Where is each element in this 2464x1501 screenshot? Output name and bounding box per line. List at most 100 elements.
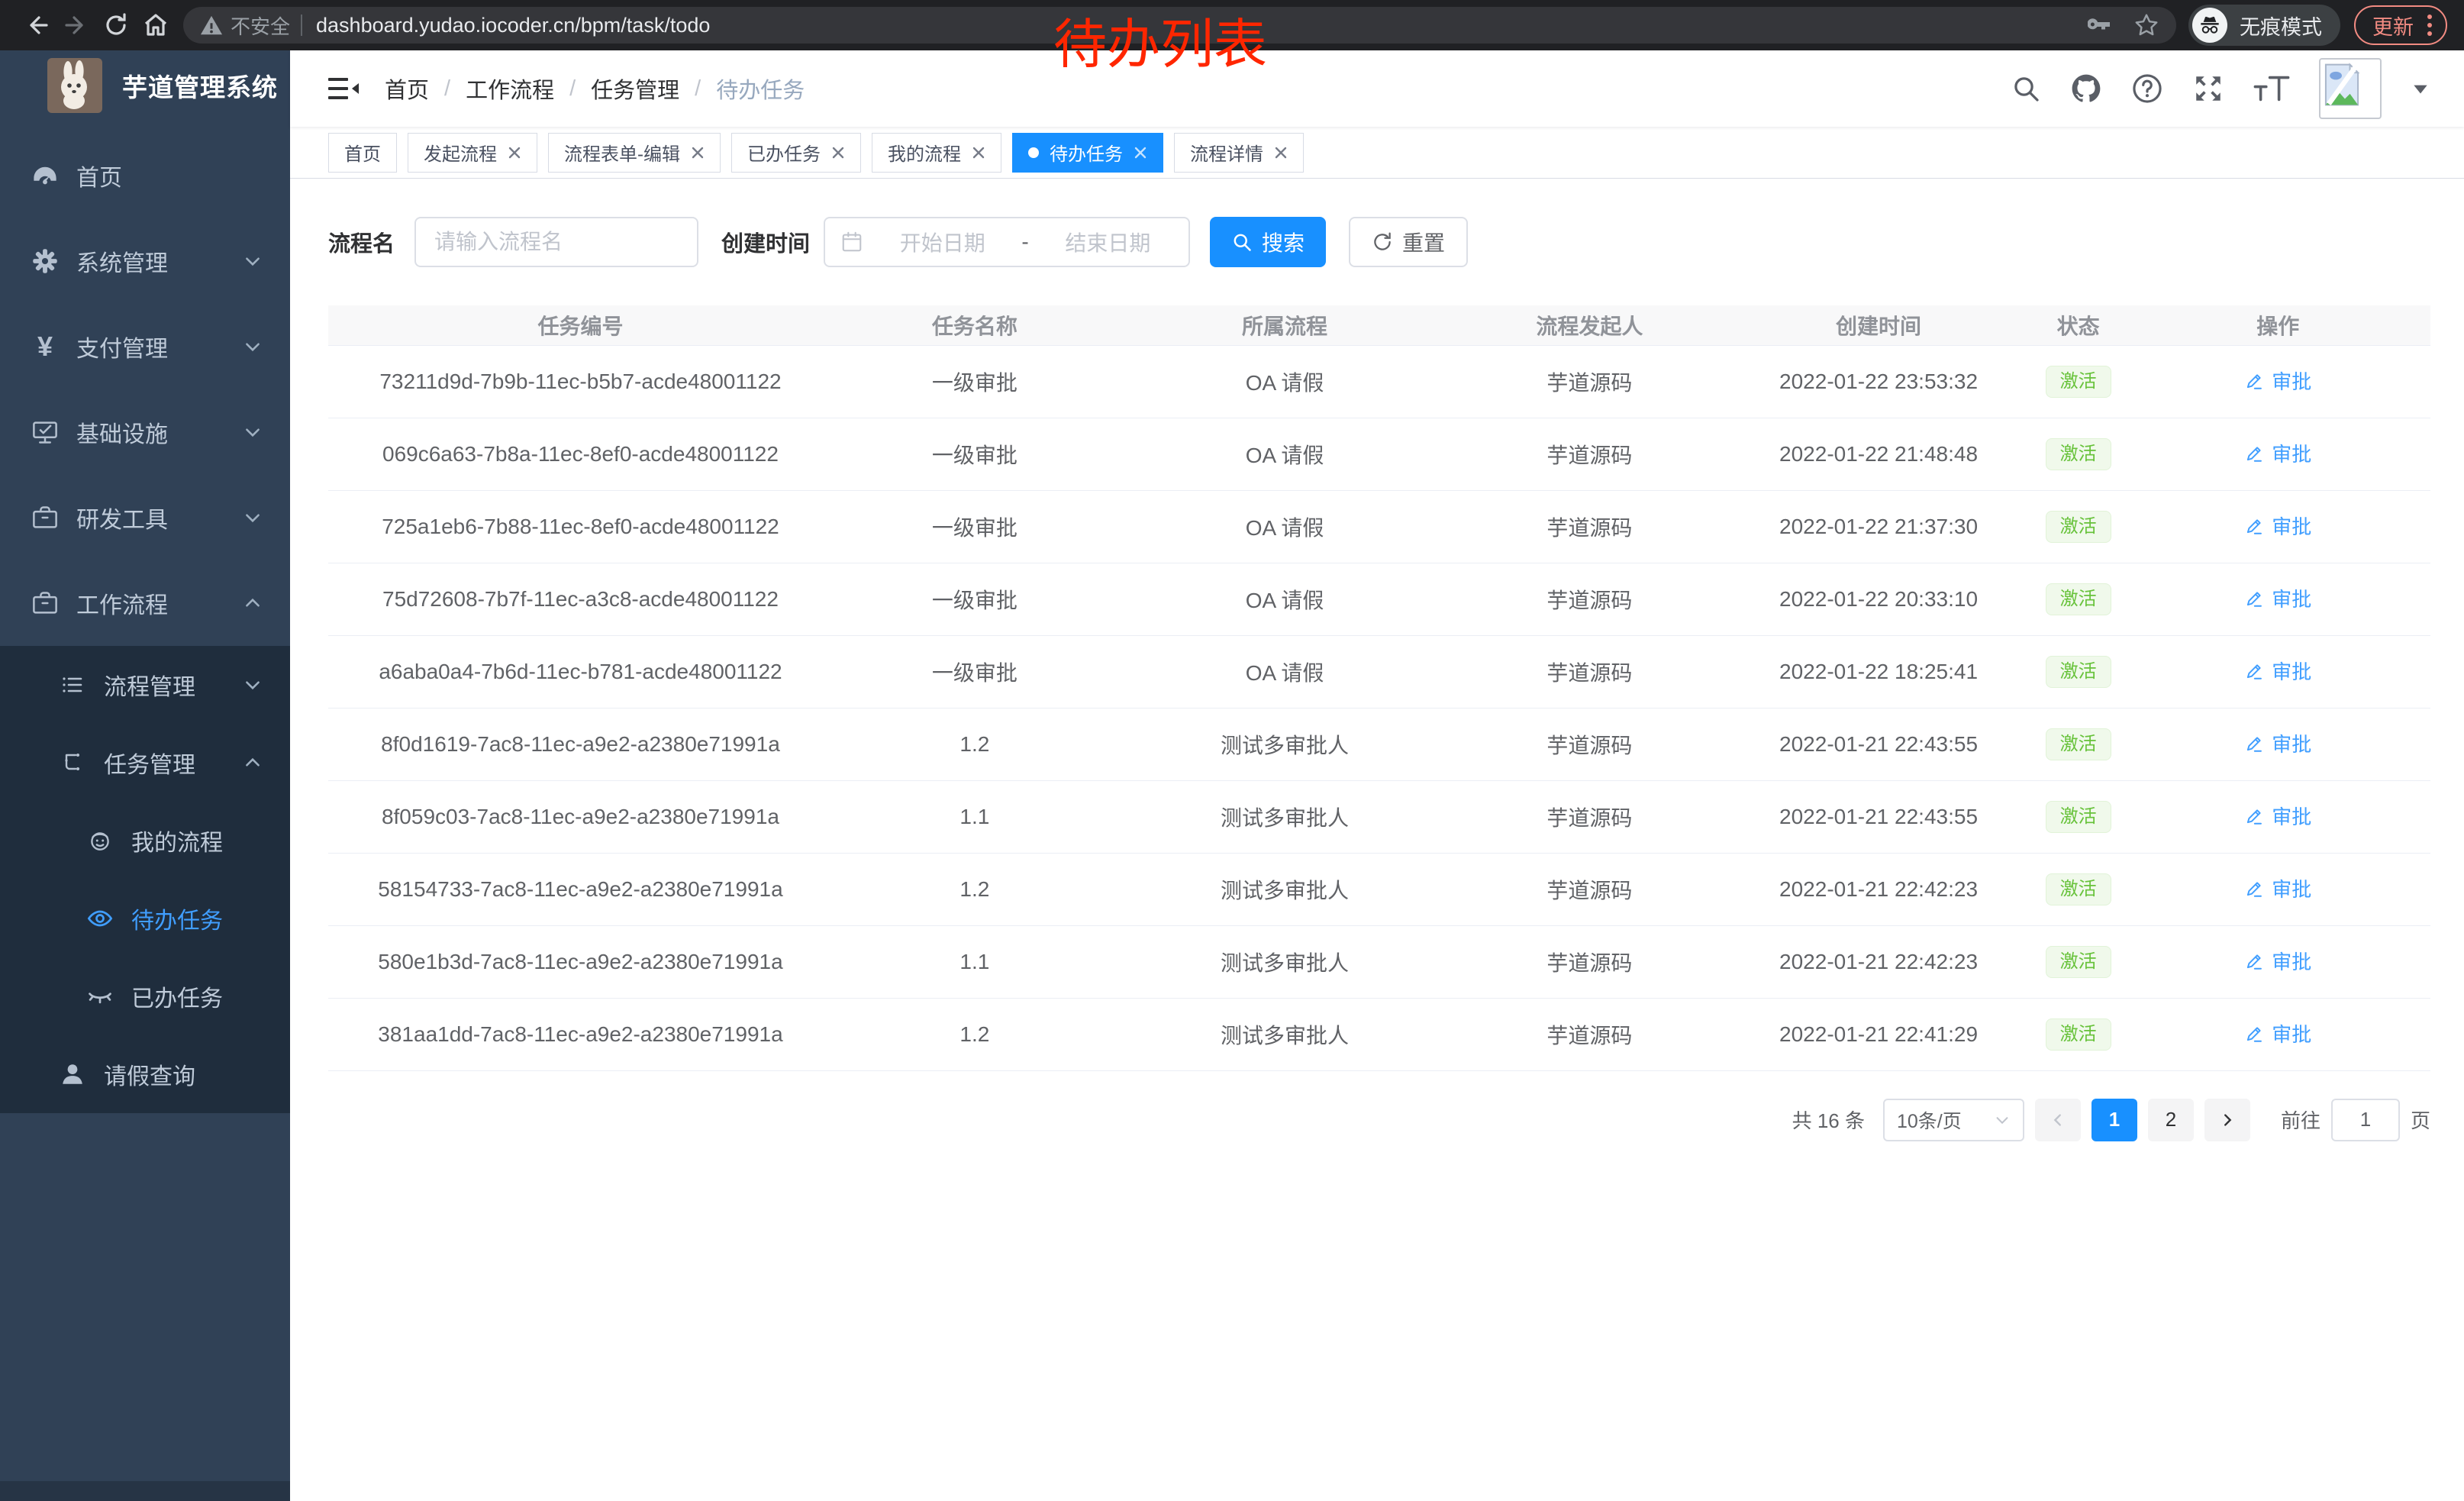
prev-page-button[interactable]	[2035, 1099, 2081, 1141]
sidebar-item-todo-tasks[interactable]: 待办任务	[0, 880, 290, 957]
table-row[interactable]: 069c6a63-7b8a-11ec-8ef0-acde48001122 一级审…	[328, 418, 2430, 490]
approve-button[interactable]: 审批	[2244, 729, 2311, 757]
tab-close-icon[interactable]	[972, 146, 985, 160]
monitor-check-icon	[31, 418, 60, 446]
github-icon[interactable]	[2070, 73, 2102, 105]
approve-label: 审批	[2272, 802, 2311, 830]
help-icon[interactable]	[2131, 73, 2163, 105]
sidebar-item-payment[interactable]: ¥ 支付管理	[0, 304, 290, 389]
pagination-total: 共 16 条	[1792, 1106, 1865, 1134]
table-row[interactable]: 73211d9d-7b9b-11ec-b5b7-acde48001122 一级审…	[328, 345, 2430, 418]
sidebar-toggle-icon[interactable]	[328, 76, 359, 101]
table-row[interactable]: 58154733-7ac8-11ec-a9e2-a2380e71991a 1.2…	[328, 853, 2430, 925]
table-row[interactable]: 8f059c03-7ac8-11ec-a9e2-a2380e71991a 1.1…	[328, 780, 2430, 853]
tab-label: 已办任务	[747, 139, 821, 166]
browser-menu-icon[interactable]	[2426, 11, 2433, 39]
sidebar-item-my-process[interactable]: 我的流程	[0, 802, 290, 880]
process-name-input[interactable]	[414, 217, 698, 267]
table-row[interactable]: 8f0d1619-7ac8-11ec-a9e2-a2380e71991a 1.2…	[328, 708, 2430, 780]
approve-button[interactable]: 审批	[2244, 802, 2311, 830]
next-page-button[interactable]	[2204, 1099, 2250, 1141]
task-name-cell: 一级审批	[833, 490, 1117, 563]
font-size-icon[interactable]	[2253, 73, 2290, 104]
initiator-cell: 芋道源码	[1453, 853, 1726, 925]
page-number-2[interactable]: 2	[2148, 1099, 2194, 1141]
tab-my-process[interactable]: 我的流程	[872, 133, 1001, 173]
browser-forward-icon[interactable]	[56, 5, 96, 45]
tab-close-icon[interactable]	[831, 146, 845, 160]
tab-close-icon[interactable]	[1274, 146, 1288, 160]
table-row[interactable]: 580e1b3d-7ac8-11ec-a9e2-a2380e71991a 1.1…	[328, 925, 2430, 998]
update-button[interactable]: 更新	[2354, 5, 2447, 45]
status-cell: 激活	[2031, 780, 2126, 853]
status-badge: 激活	[2046, 656, 2111, 688]
approve-button[interactable]: 审批	[2244, 584, 2311, 612]
fullscreen-icon[interactable]	[2192, 73, 2224, 105]
page-size-select[interactable]: 10条/页	[1883, 1099, 2024, 1141]
task-id-cell: 75d72608-7b7f-11ec-a3c8-acde48001122	[328, 563, 833, 635]
breadcrumb-item[interactable]: 首页	[385, 73, 429, 105]
robot-face-icon	[85, 828, 114, 854]
bookmark-star-icon[interactable]	[2133, 12, 2159, 38]
approve-label: 审批	[2272, 512, 2311, 540]
page-number-1[interactable]: 1	[2091, 1099, 2137, 1141]
task-id-cell: 725a1eb6-7b88-11ec-8ef0-acde48001122	[328, 490, 833, 563]
search-icon[interactable]	[2011, 73, 2041, 104]
avatar[interactable]	[2319, 58, 2382, 119]
tab-close-icon[interactable]	[1134, 146, 1147, 160]
approve-button[interactable]: 审批	[2244, 439, 2311, 467]
chevron-down-icon[interactable]	[2411, 79, 2430, 98]
created-at-cell: 2022-01-22 21:48:48	[1726, 418, 2030, 490]
task-name-cell: 1.2	[833, 708, 1117, 780]
table-row[interactable]: 75d72608-7b7f-11ec-a3c8-acde48001122 一级审…	[328, 563, 2430, 635]
briefcase-icon	[31, 589, 60, 617]
tab-todo-tasks[interactable]: 待办任务	[1012, 133, 1163, 173]
dashboard-icon	[31, 162, 60, 189]
sidebar-item-home[interactable]: 首页	[0, 133, 290, 218]
sidebar-item-workflow[interactable]: 工作流程	[0, 560, 290, 646]
tab-close-icon[interactable]	[508, 146, 521, 160]
date-range-input[interactable]: 开始日期 - 结束日期	[824, 217, 1190, 267]
approve-button[interactable]: 审批	[2244, 947, 2311, 975]
tab-process-detail[interactable]: 流程详情	[1174, 133, 1304, 173]
breadcrumb-item[interactable]: 任务管理	[591, 73, 679, 105]
approve-button[interactable]: 审批	[2244, 874, 2311, 902]
sidebar-item-devtools[interactable]: 研发工具	[0, 475, 290, 560]
chevron-down-icon	[1994, 1112, 2011, 1128]
task-name-cell: 一级审批	[833, 418, 1117, 490]
sidebar-item-done-tasks[interactable]: 已办任务	[0, 957, 290, 1035]
sidebar-item-leave-query[interactable]: 请假查询	[0, 1035, 290, 1113]
sidebar-item-system[interactable]: 系统管理	[0, 218, 290, 304]
app-logo[interactable]: 芋道管理系统	[0, 50, 290, 121]
browser-reload-icon[interactable]	[96, 5, 136, 45]
sidebar-item-infrastructure[interactable]: 基础设施	[0, 389, 290, 475]
browser-home-icon[interactable]	[136, 5, 176, 45]
tab-home[interactable]: 首页	[328, 133, 397, 173]
table-row[interactable]: 725a1eb6-7b88-11ec-8ef0-acde48001122 一级审…	[328, 490, 2430, 563]
approve-button[interactable]: 审批	[2244, 512, 2311, 540]
chevron-down-icon	[243, 675, 263, 695]
table-row[interactable]: 381aa1dd-7ac8-11ec-a9e2-a2380e71991a 1.2…	[328, 998, 2430, 1070]
sidebar-item-process-management[interactable]: 流程管理	[0, 646, 290, 724]
approve-button[interactable]: 审批	[2244, 366, 2311, 395]
approve-button[interactable]: 审批	[2244, 657, 2311, 685]
password-key-icon[interactable]	[2088, 13, 2112, 37]
reset-button[interactable]: 重置	[1349, 217, 1468, 267]
chevron-down-icon	[243, 508, 263, 528]
tab-start-process[interactable]: 发起流程	[408, 133, 537, 173]
approve-button[interactable]: 审批	[2244, 1019, 2311, 1047]
browser-back-icon[interactable]	[17, 5, 56, 45]
table-row[interactable]: a6aba0a4-7b6d-11ec-b781-acde48001122 一级审…	[328, 635, 2430, 708]
tab-label: 发起流程	[424, 139, 497, 166]
page-size-value: 10条/页	[1897, 1106, 1962, 1134]
chevron-up-icon	[243, 753, 263, 773]
tab-close-icon[interactable]	[691, 146, 705, 160]
tags-view: 首页 发起流程 流程表单-编辑 已办任务	[290, 127, 2464, 179]
search-button[interactable]: 搜索	[1210, 217, 1326, 267]
breadcrumb-item[interactable]: 工作流程	[466, 73, 554, 105]
goto-page-input[interactable]	[2331, 1099, 2400, 1141]
sidebar-item-task-management[interactable]: 任务管理	[0, 724, 290, 802]
status-cell: 激活	[2031, 635, 2126, 708]
tab-done-tasks[interactable]: 已办任务	[731, 133, 861, 173]
tab-form-edit[interactable]: 流程表单-编辑	[548, 133, 721, 173]
